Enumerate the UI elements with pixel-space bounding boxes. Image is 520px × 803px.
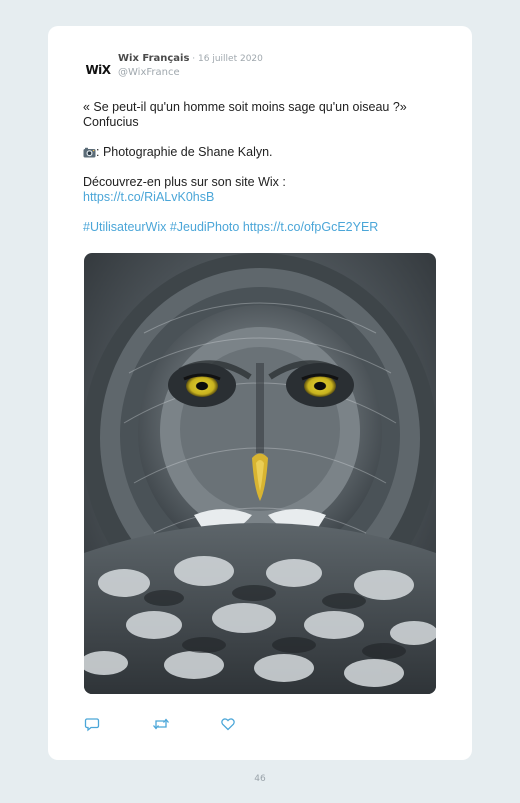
retweet-icon xyxy=(153,718,169,730)
camera-icon xyxy=(83,147,96,158)
tweet-date[interactable]: 16 juillet 2020 xyxy=(198,54,263,64)
author-handle[interactable]: @WixFrance xyxy=(118,68,263,78)
tweet-header: WiX Wix Français · 16 juillet 2020 @WixF… xyxy=(84,54,263,84)
site-link[interactable]: https://t.co/RiALvK0hsB xyxy=(83,190,214,204)
hashtag-utilisateurwix[interactable]: #UtilisateurWix xyxy=(83,220,166,234)
quote-line: « Se peut-il qu'un homme soit moins sage… xyxy=(83,100,407,114)
quote-paragraph: « Se peut-il qu'un homme soit moins sage… xyxy=(83,100,443,130)
reply-icon xyxy=(84,718,100,732)
reply-button[interactable] xyxy=(84,716,152,732)
hashtags-paragraph: #UtilisateurWix #JeudiPhoto https://t.co… xyxy=(83,220,443,235)
heart-icon xyxy=(221,718,235,731)
separator: · xyxy=(189,54,199,64)
quote-author: Confucius xyxy=(83,115,139,129)
tweet-actions xyxy=(84,716,288,732)
page-number: 46 xyxy=(254,774,266,784)
tweet-text: « Se peut-il qu'un homme soit moins sage… xyxy=(83,100,443,250)
retweet-button[interactable] xyxy=(152,716,220,732)
like-button[interactable] xyxy=(220,716,288,732)
photo-credit: : Photographie de Shane Kalyn. xyxy=(96,145,273,159)
tweet-link[interactable]: https://t.co/ofpGcE2YER xyxy=(243,220,378,234)
credit-paragraph: : Photographie de Shane Kalyn. xyxy=(83,145,443,160)
hashtag-jeudiphoto[interactable]: #JeudiPhoto xyxy=(170,220,240,234)
tweet-card: WiX Wix Français · 16 juillet 2020 @WixF… xyxy=(48,26,472,760)
tweet-meta: Wix Français · 16 juillet 2020 @WixFranc… xyxy=(118,54,263,78)
author-line: Wix Français · 16 juillet 2020 xyxy=(118,54,263,64)
author-name[interactable]: Wix Français xyxy=(118,53,189,64)
wix-logo[interactable]: WiX xyxy=(84,56,112,84)
owl-illustration xyxy=(84,253,436,694)
discover-text: Découvrez-en plus sur son site Wix : xyxy=(83,175,286,189)
owl-photo[interactable] xyxy=(84,253,436,694)
discover-paragraph: Découvrez-en plus sur son site Wix : htt… xyxy=(83,175,443,205)
